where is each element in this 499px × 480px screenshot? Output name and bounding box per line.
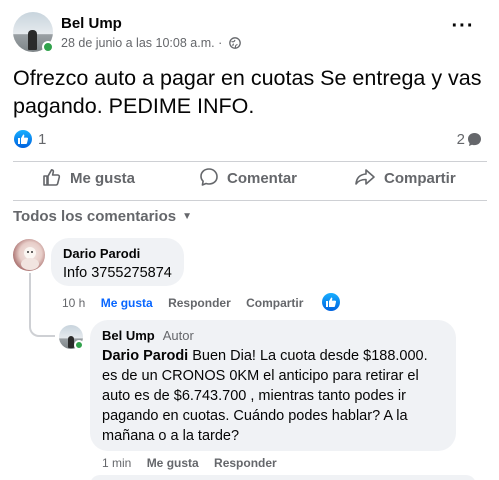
- reply-actions: 1 min Me gusta Responder: [102, 456, 289, 470]
- comment-icon: [200, 168, 218, 186]
- post-header: Bel Ump 28 de junio a las 10:08 a.m. · ·…: [13, 12, 487, 56]
- reply-reply-button[interactable]: Responder: [214, 456, 277, 470]
- reply-text: Dario Parodi Buen Dia! La cuota desde $1…: [102, 346, 444, 446]
- comments-filter[interactable]: Todos los comentarios ▼: [13, 208, 192, 225]
- post-meta: 28 de junio a las 10:08 a.m. ·: [61, 36, 241, 52]
- reactions-summary: 1 2: [13, 129, 487, 151]
- reply-author[interactable]: Bel Ump: [102, 328, 155, 343]
- like-button-label: Me gusta: [70, 170, 136, 187]
- share-icon: [355, 169, 375, 185]
- share-button-label: Compartir: [384, 170, 456, 187]
- online-status-icon: [42, 41, 54, 53]
- reply-mention[interactable]: Dario Parodi: [102, 348, 188, 364]
- like-button[interactable]: Me gusta: [42, 167, 135, 197]
- comment-author[interactable]: Dario Parodi: [63, 246, 172, 261]
- comment-like-icon[interactable]: [322, 293, 340, 311]
- online-status-icon: [74, 340, 84, 350]
- like-reaction-icon[interactable]: [14, 130, 32, 148]
- like-icon: [43, 169, 61, 186]
- more-options-icon[interactable]: ···: [451, 16, 475, 40]
- comment-share-button[interactable]: Compartir: [246, 296, 303, 310]
- post-text: Ofrezco auto a pagar en cuotas Se entreg…: [13, 66, 482, 118]
- divider: [13, 161, 487, 162]
- caret-down-icon: ▼: [182, 211, 192, 222]
- next-reply-bubble: [90, 475, 476, 480]
- reply-like-button[interactable]: Me gusta: [147, 456, 199, 470]
- post-author-name[interactable]: Bel Ump: [61, 15, 122, 32]
- comment-count[interactable]: 2: [457, 131, 465, 148]
- reply-time[interactable]: 1 min: [102, 456, 131, 470]
- comment-button-label: Comentar: [227, 170, 298, 187]
- comment-like-button[interactable]: Me gusta: [101, 296, 153, 310]
- comment-button[interactable]: Comentar: [199, 167, 297, 197]
- comment-actions: 10 h Me gusta Responder Compartir: [62, 296, 315, 310]
- globe-icon: [228, 37, 241, 52]
- comment-count-icon: [467, 132, 482, 147]
- reaction-count[interactable]: 1: [38, 131, 46, 148]
- comment-reply-button[interactable]: Responder: [168, 296, 231, 310]
- comment-bubble: Dario Parodi Info 3755275874: [51, 238, 184, 286]
- meta-separator: ·: [218, 36, 223, 50]
- reply-author-line: Bel Ump Autor: [102, 328, 444, 343]
- comment-time[interactable]: 10 h: [62, 296, 85, 310]
- reply-bubble: Bel Ump Autor Dario Parodi Buen Dia! La c…: [90, 320, 456, 451]
- divider: [13, 200, 487, 201]
- thread-line: [29, 273, 55, 337]
- share-button[interactable]: Compartir: [354, 167, 456, 197]
- comment-text: Info 3755275874: [63, 265, 172, 281]
- author-badge: Autor: [162, 328, 194, 343]
- post-timestamp[interactable]: 28 de junio a las 10:08 a.m.: [61, 36, 215, 50]
- commenter-avatar[interactable]: [13, 239, 45, 271]
- comments-filter-label: Todos los comentarios: [13, 208, 177, 225]
